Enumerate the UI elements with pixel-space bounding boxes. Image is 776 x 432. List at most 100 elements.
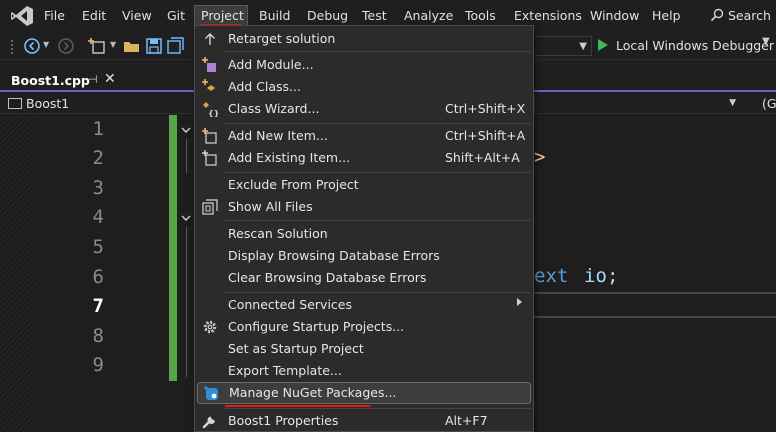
close-icon[interactable]: ✕	[104, 71, 116, 87]
navigate-back-icon[interactable]	[22, 36, 42, 56]
tab-title: Boost1.cpp	[11, 73, 90, 88]
menu-test[interactable]: Test	[356, 5, 393, 27]
line-number: 5	[92, 236, 104, 258]
nuget-icon	[204, 386, 218, 400]
menu-item-label: Add New Item...	[228, 128, 328, 143]
menu-separator	[225, 172, 531, 173]
menu-item-label: Export Template...	[228, 363, 342, 378]
pin-icon[interactable]: ⊣	[88, 73, 98, 86]
class-wizard-icon: {}	[203, 102, 218, 117]
menu-git[interactable]: Git	[161, 5, 191, 27]
menu-item-configure-startup-projects[interactable]: Configure Startup Projects...	[195, 316, 533, 338]
menu-item-label: Display Browsing Database Errors	[228, 248, 440, 263]
gear-icon	[203, 320, 217, 334]
menu-item-shortcut: Ctrl+Shift+A	[445, 128, 526, 143]
menu-edit[interactable]: Edit	[76, 5, 112, 27]
up-arrow-icon	[205, 33, 215, 45]
menu-separator	[225, 123, 531, 124]
menu-item-add-existing-item[interactable]: Add Existing Item... Shift+Alt+A	[195, 147, 533, 169]
line-number: 8	[92, 325, 104, 347]
menu-item-label: Add Class...	[228, 79, 301, 94]
menu-item-export-template[interactable]: Export Template...	[195, 360, 533, 382]
menu-item-add-module[interactable]: Add Module...	[195, 54, 533, 76]
menu-item-clear-browsing-db-errors[interactable]: Clear Browsing Database Errors	[195, 267, 533, 289]
code-identifier: io	[584, 265, 607, 287]
navigate-forward-icon[interactable]	[56, 36, 76, 56]
menu-item-exclude-from-project[interactable]: Exclude From Project	[195, 174, 533, 196]
change-tracking-bar	[169, 115, 177, 381]
annotation-underline-nuget	[225, 405, 371, 407]
line-number: 2	[92, 147, 104, 169]
fold-guide-line	[186, 139, 187, 173]
start-debugging-button[interactable]: Local Windows Debugger	[598, 36, 774, 56]
menu-item-label: Show All Files	[228, 199, 313, 214]
menu-item-label: Add Existing Item...	[228, 150, 351, 165]
back-dropdown-chevron-icon[interactable]: ▼	[43, 40, 49, 49]
add-class-icon	[202, 79, 215, 91]
menu-item-show-all-files[interactable]: Show All Files	[195, 196, 533, 218]
fold-chevron-icon[interactable]	[180, 124, 192, 136]
menu-item-label: Rescan Solution	[228, 226, 328, 241]
wrench-icon	[202, 416, 215, 429]
debug-target-label: Local Windows Debugger	[616, 38, 775, 53]
menu-separator	[225, 292, 531, 293]
search-icon	[710, 8, 724, 22]
menu-item-label: Retarget solution	[228, 31, 336, 46]
visual-studio-logo-icon[interactable]	[10, 5, 34, 27]
menu-item-label: Clear Browsing Database Errors	[228, 270, 427, 285]
menu-build[interactable]: Build	[253, 5, 296, 27]
menu-item-label: Boost1 Properties	[228, 413, 339, 428]
toolbar-grip[interactable]	[10, 39, 14, 55]
menu-item-display-browsing-db-errors[interactable]: Display Browsing Database Errors	[195, 245, 533, 267]
add-module-icon	[202, 57, 216, 72]
menu-separator	[225, 51, 531, 52]
save-icon[interactable]	[144, 36, 164, 56]
menu-item-rescan-solution[interactable]: Rescan Solution	[195, 223, 533, 245]
current-line-number: 7	[92, 295, 104, 317]
menu-debug[interactable]: Debug	[301, 5, 354, 27]
menu-analyze[interactable]: Analyze	[398, 5, 459, 27]
menu-view[interactable]: View	[116, 5, 158, 27]
new-dropdown-chevron-icon[interactable]: ▼	[110, 40, 116, 49]
member-scope-dropdown[interactable]: ▼	[534, 95, 744, 113]
menu-extensions[interactable]: Extensions	[508, 5, 588, 27]
editor-selection-margin	[0, 115, 36, 432]
menu-help[interactable]: Help	[646, 5, 687, 27]
add-existing-item-icon	[202, 150, 217, 166]
project-scope-dropdown[interactable]: Boost1	[8, 96, 69, 112]
menu-item-label: Set as Startup Project	[228, 341, 364, 356]
debug-target-chevron-icon[interactable]: ▼	[762, 36, 770, 47]
menu-item-boost1-properties[interactable]: Boost1 Properties Alt+F7	[195, 410, 533, 431]
menu-item-set-as-startup-project[interactable]: Set as Startup Project	[195, 338, 533, 360]
menu-file[interactable]: File	[38, 5, 71, 27]
line-number: 3	[92, 177, 104, 199]
open-folder-icon[interactable]	[122, 36, 142, 56]
menu-item-label: Class Wizard...	[228, 101, 320, 116]
current-line-highlight	[534, 292, 776, 318]
code-keyword-fragment: ext	[534, 265, 569, 287]
add-new-item-icon	[202, 128, 217, 144]
chevron-down-icon: ▼	[579, 41, 587, 52]
menu-item-add-new-item[interactable]: Add New Item... Ctrl+Shift+A	[195, 125, 533, 147]
line-number: 1	[92, 118, 104, 140]
menu-item-class-wizard[interactable]: {} Class Wizard... Ctrl+Shift+X	[195, 98, 533, 120]
project-icon	[8, 98, 22, 109]
menu-item-retarget-solution[interactable]: Retarget solution	[195, 28, 533, 50]
play-icon	[598, 39, 608, 51]
project-menu-dropdown: Retarget solution Add Module... Add Clas…	[194, 25, 534, 432]
menu-item-connected-services[interactable]: Connected Services	[195, 294, 533, 316]
menu-window[interactable]: Window	[584, 5, 645, 27]
save-all-icon[interactable]	[166, 36, 186, 56]
menu-tools[interactable]: Tools	[459, 5, 502, 27]
search-label: Search	[728, 8, 771, 23]
svg-text:{}: {}	[208, 109, 218, 117]
line-number: 6	[92, 266, 104, 288]
member-dropdown-fragment[interactable]: (G	[762, 96, 776, 111]
tab-boost1-cpp[interactable]: Boost1.cpp ⊣ ✕	[4, 70, 118, 92]
menu-item-manage-nuget-packages[interactable]: Manage NuGet Packages...	[197, 382, 531, 404]
fold-chevron-icon[interactable]	[180, 212, 192, 224]
search-button[interactable]: Search	[704, 5, 771, 27]
menu-item-add-class[interactable]: Add Class...	[195, 76, 533, 98]
new-project-icon[interactable]	[88, 36, 108, 56]
solution-config-dropdown[interactable]: ▼	[536, 36, 592, 56]
